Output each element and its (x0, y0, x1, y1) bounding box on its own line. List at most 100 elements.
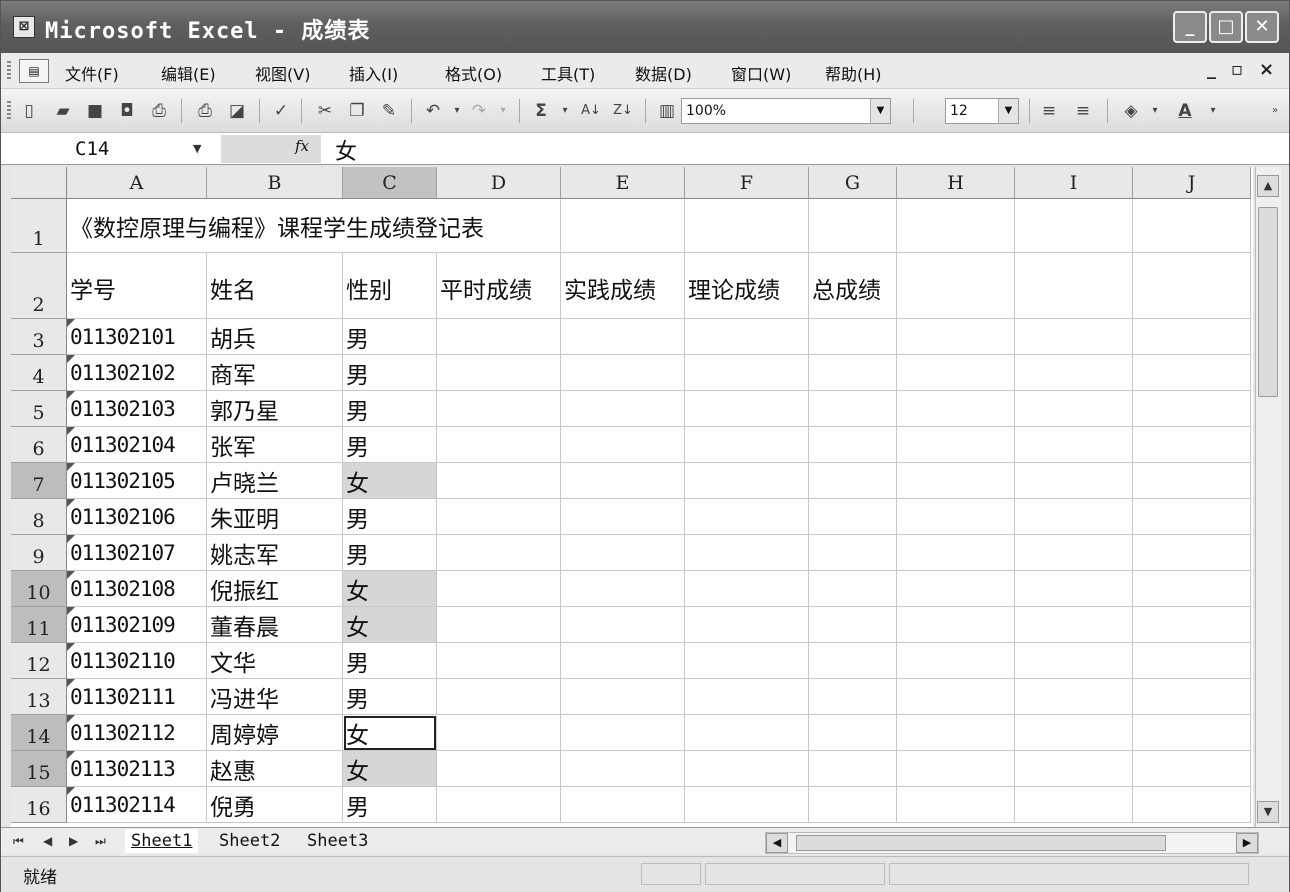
cell-j7[interactable] (1133, 463, 1251, 499)
cell-c14[interactable]: 女 (343, 715, 437, 751)
cell-d1[interactable] (437, 199, 561, 253)
cell-h12[interactable] (897, 643, 1015, 679)
cell-a14[interactable]: 011302112 (67, 715, 207, 751)
cell-c2[interactable]: 性别 (343, 253, 437, 319)
document-icon[interactable]: ▤ (19, 59, 49, 83)
cell-h15[interactable] (897, 751, 1015, 787)
cell-g11[interactable] (809, 607, 897, 643)
cell-i8[interactable] (1015, 499, 1133, 535)
row-header-15[interactable]: 15 (11, 751, 67, 787)
column-header-c[interactable]: C (343, 167, 437, 199)
cell-g4[interactable] (809, 355, 897, 391)
vertical-scrollbar[interactable]: ▲ ▼ (1255, 167, 1281, 827)
cell-j5[interactable] (1133, 391, 1251, 427)
cell-c5[interactable]: 男 (343, 391, 437, 427)
redo-dropdown-icon[interactable]: ▾ (491, 99, 515, 123)
permission-icon[interactable]: ◘ (115, 99, 139, 123)
cell-d7[interactable] (437, 463, 561, 499)
cell-b11[interactable]: 董春晨 (207, 607, 343, 643)
cell-e9[interactable] (561, 535, 685, 571)
cell-g2[interactable]: 总成绩 (809, 253, 897, 319)
scroll-right-icon[interactable]: ▶ (1236, 833, 1258, 853)
cell-g13[interactable] (809, 679, 897, 715)
menu-view[interactable]: 视图(V) (255, 61, 310, 85)
cell-b16[interactable]: 倪勇 (207, 787, 343, 823)
cell-b3[interactable]: 胡兵 (207, 319, 343, 355)
cell-j4[interactable] (1133, 355, 1251, 391)
cell-f14[interactable] (685, 715, 809, 751)
cell-e8[interactable] (561, 499, 685, 535)
scroll-left-icon[interactable]: ◀ (766, 833, 788, 853)
cell-d4[interactable] (437, 355, 561, 391)
cell-f15[interactable] (685, 751, 809, 787)
row-header-3[interactable]: 3 (11, 319, 67, 355)
cell-i10[interactable] (1015, 571, 1133, 607)
menu-file[interactable]: 文件(F) (65, 61, 119, 85)
maximize-button[interactable]: □ (1209, 11, 1243, 43)
row-header-16[interactable]: 16 (11, 787, 67, 823)
cell-e16[interactable] (561, 787, 685, 823)
cell-h16[interactable] (897, 787, 1015, 823)
cell-h9[interactable] (897, 535, 1015, 571)
cell-g10[interactable] (809, 571, 897, 607)
close-button[interactable]: ✕ (1245, 11, 1279, 43)
cell-c7[interactable]: 女 (343, 463, 437, 499)
cell-j10[interactable] (1133, 571, 1251, 607)
first-sheet-icon[interactable]: ⏮ (13, 834, 24, 849)
cell-g9[interactable] (809, 535, 897, 571)
cell-b1[interactable] (207, 199, 343, 253)
row-header-12[interactable]: 12 (11, 643, 67, 679)
row-header-8[interactable]: 8 (11, 499, 67, 535)
sort-descending-icon[interactable]: Z↓ (611, 99, 635, 123)
cell-a6[interactable]: 011302104 (67, 427, 207, 463)
cell-j9[interactable] (1133, 535, 1251, 571)
cell-e14[interactable] (561, 715, 685, 751)
next-sheet-icon[interactable]: ▶ (69, 834, 78, 848)
cell-h13[interactable] (897, 679, 1015, 715)
save-icon[interactable]: ■ (83, 99, 107, 123)
last-sheet-icon[interactable]: ⏭ (95, 834, 106, 849)
cell-f8[interactable] (685, 499, 809, 535)
cell-f9[interactable] (685, 535, 809, 571)
cell-d12[interactable] (437, 643, 561, 679)
print-preview-icon[interactable]: ⎙ (147, 99, 171, 123)
cell-g12[interactable] (809, 643, 897, 679)
cell-g6[interactable] (809, 427, 897, 463)
cell-i13[interactable] (1015, 679, 1133, 715)
cell-d16[interactable] (437, 787, 561, 823)
cell-d5[interactable] (437, 391, 561, 427)
cell-j15[interactable] (1133, 751, 1251, 787)
cell-g3[interactable] (809, 319, 897, 355)
cell-e12[interactable] (561, 643, 685, 679)
cell-i4[interactable] (1015, 355, 1133, 391)
scroll-up-icon[interactable]: ▲ (1257, 175, 1279, 197)
cell-d15[interactable] (437, 751, 561, 787)
cell-b5[interactable]: 郭乃星 (207, 391, 343, 427)
row-header-5[interactable]: 5 (11, 391, 67, 427)
cell-f5[interactable] (685, 391, 809, 427)
cell-i9[interactable] (1015, 535, 1133, 571)
cell-h5[interactable] (897, 391, 1015, 427)
cell-h6[interactable] (897, 427, 1015, 463)
cell-e6[interactable] (561, 427, 685, 463)
menu-grip-icon[interactable] (7, 61, 11, 81)
cell-f2[interactable]: 理论成绩 (685, 253, 809, 319)
cell-d13[interactable] (437, 679, 561, 715)
column-header-b[interactable]: B (207, 167, 343, 199)
cell-i11[interactable] (1015, 607, 1133, 643)
row-header-10[interactable]: 10 (11, 571, 67, 607)
cell-e11[interactable] (561, 607, 685, 643)
cell-g7[interactable] (809, 463, 897, 499)
toolbar-grip-icon[interactable] (7, 101, 11, 121)
row-header-9[interactable]: 9 (11, 535, 67, 571)
undo-icon[interactable]: ↶ (421, 99, 445, 123)
cell-a15[interactable]: 011302113 (67, 751, 207, 787)
cell-j11[interactable] (1133, 607, 1251, 643)
open-folder-icon[interactable]: ▰ (51, 99, 75, 123)
cell-j6[interactable] (1133, 427, 1251, 463)
cell-i6[interactable] (1015, 427, 1133, 463)
cell-h7[interactable] (897, 463, 1015, 499)
cell-a9[interactable]: 011302107 (67, 535, 207, 571)
column-header-i[interactable]: I (1015, 167, 1133, 199)
cell-d8[interactable] (437, 499, 561, 535)
